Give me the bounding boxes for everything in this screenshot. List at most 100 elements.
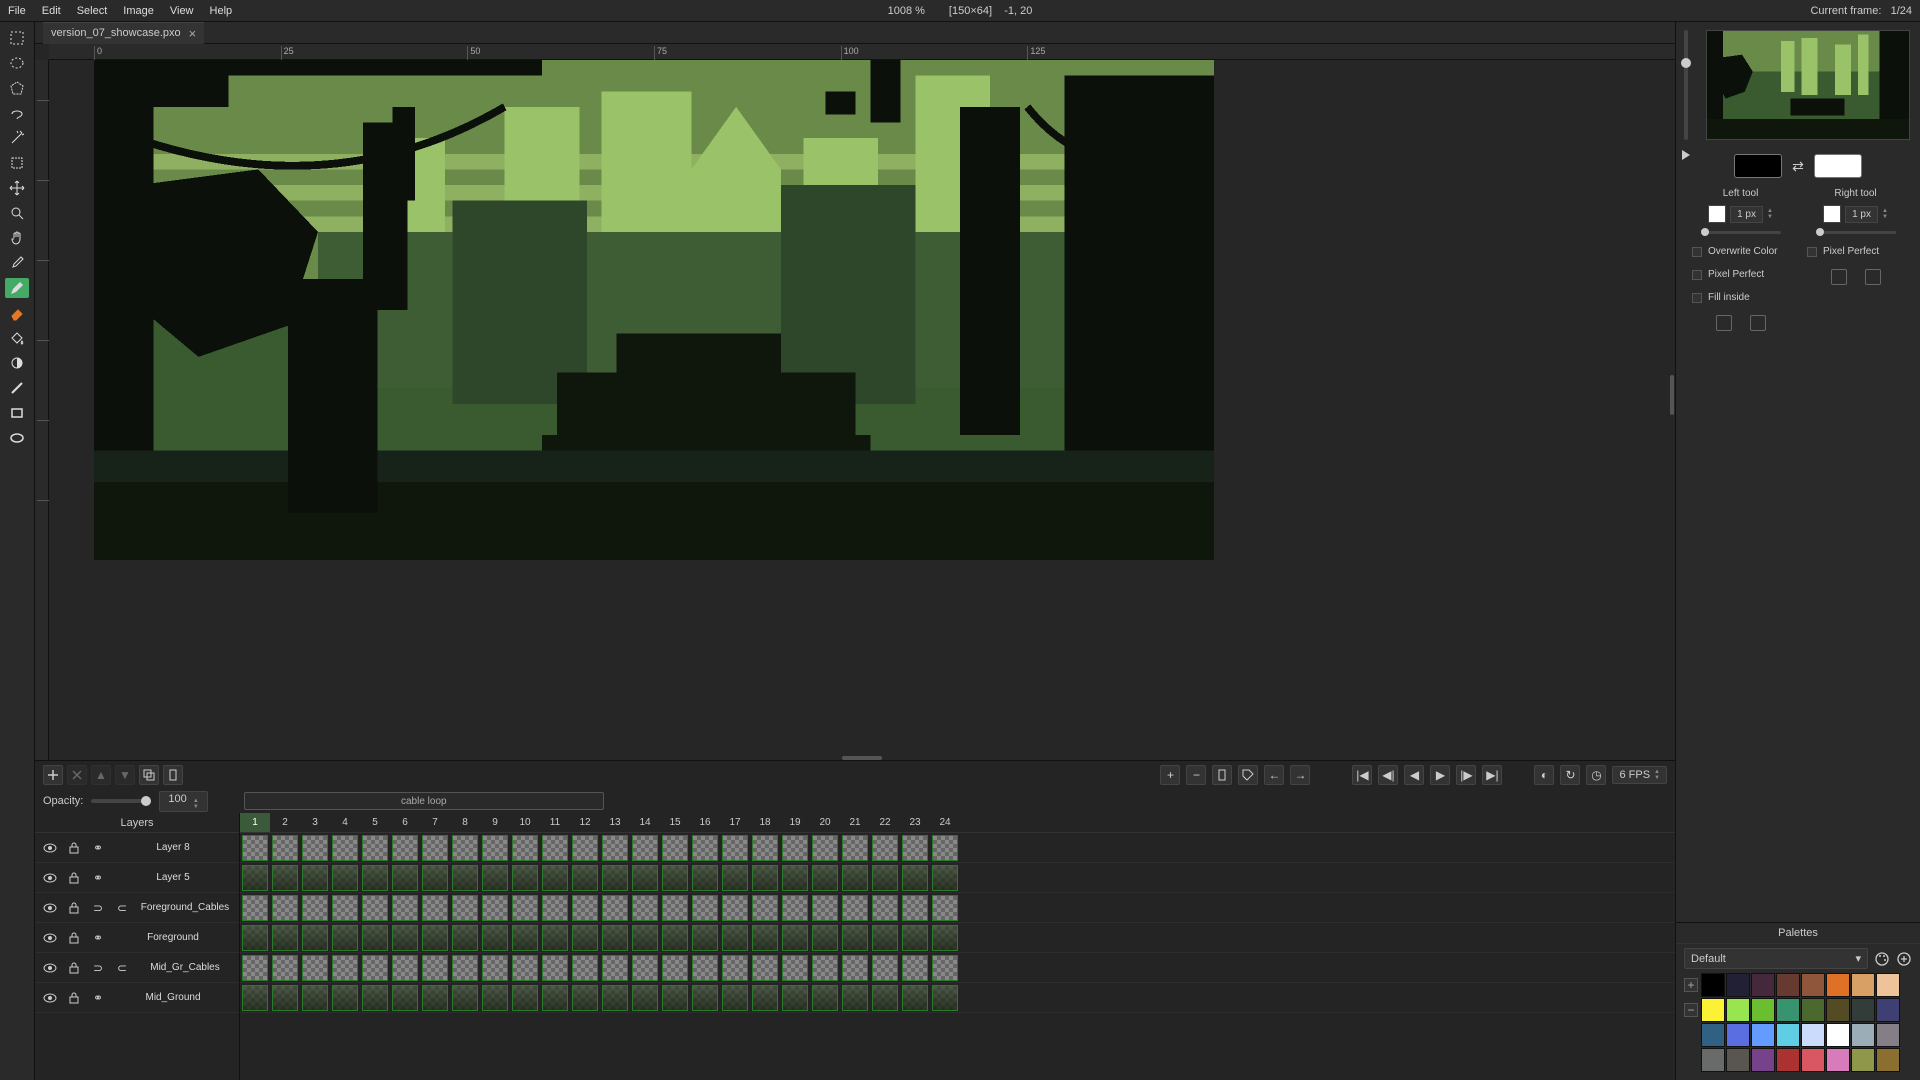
frame-cell[interactable] — [360, 953, 390, 983]
line-tool[interactable] — [5, 378, 29, 398]
frame-cell[interactable] — [480, 863, 510, 893]
frame-number[interactable]: 13 — [600, 813, 630, 832]
frame-cell[interactable] — [810, 923, 840, 953]
layer-clip-icon[interactable]: ⊂ — [113, 899, 131, 917]
frame-cell[interactable] — [840, 863, 870, 893]
ellipse-select-tool[interactable] — [5, 53, 29, 73]
color-picker-tool[interactable] — [5, 253, 29, 273]
frame-cell[interactable] — [240, 893, 270, 923]
preview-zoom-slider[interactable] — [1684, 30, 1688, 140]
polygon-select-tool[interactable] — [5, 78, 29, 98]
frame-cell[interactable] — [300, 863, 330, 893]
frame-cell[interactable] — [360, 893, 390, 923]
lock-icon[interactable] — [65, 959, 83, 977]
frame-cell[interactable] — [570, 983, 600, 1013]
document-tab[interactable]: version_07_showcase.pxo × — [43, 22, 204, 44]
mirror-h-button-left[interactable] — [1716, 315, 1732, 331]
frame-cell[interactable] — [930, 923, 960, 953]
frame-cell[interactable] — [870, 893, 900, 923]
pencil-tool[interactable] — [5, 278, 29, 298]
frame-tag-button[interactable] — [1238, 765, 1258, 785]
frame-cell[interactable] — [600, 983, 630, 1013]
frame-cell[interactable] — [330, 863, 360, 893]
mirror-v-button-left[interactable] — [1750, 315, 1766, 331]
visibility-icon[interactable] — [41, 929, 59, 947]
overwrite-checkbox[interactable] — [1692, 247, 1702, 257]
prev-frame-button[interactable]: ◀| — [1378, 765, 1398, 785]
frame-cell[interactable] — [570, 893, 600, 923]
layer-link-icon[interactable]: ⚭ — [89, 929, 107, 947]
palette-swatch[interactable] — [1876, 998, 1900, 1022]
move-layer-down-button[interactable]: ▼ — [115, 765, 135, 785]
frame-cell[interactable] — [420, 923, 450, 953]
frame-cell[interactable] — [480, 953, 510, 983]
lock-icon[interactable] — [65, 899, 83, 917]
palette-swatch[interactable] — [1726, 1048, 1750, 1072]
frame-number[interactable]: 5 — [360, 813, 390, 832]
frame-cell[interactable] — [240, 953, 270, 983]
frame-cell[interactable] — [810, 983, 840, 1013]
frame-cell[interactable] — [300, 953, 330, 983]
frame-cell[interactable] — [660, 923, 690, 953]
palette-swatch[interactable] — [1801, 1023, 1825, 1047]
shading-tool[interactable] — [5, 353, 29, 373]
frame-cell[interactable] — [420, 833, 450, 863]
frame-cell[interactable] — [300, 833, 330, 863]
rect-select-tool[interactable] — [5, 28, 29, 48]
lock-icon[interactable] — [65, 929, 83, 947]
mirror-v-button-right[interactable] — [1865, 269, 1881, 285]
frame-cell[interactable] — [270, 833, 300, 863]
frame-number[interactable]: 20 — [810, 813, 840, 832]
mirror-h-button-right[interactable] — [1831, 269, 1847, 285]
palette-swatch[interactable] — [1726, 1023, 1750, 1047]
frame-cell[interactable] — [930, 863, 960, 893]
first-frame-button[interactable]: |◀ — [1352, 765, 1372, 785]
frame-cell[interactable] — [420, 863, 450, 893]
frame-cell[interactable] — [600, 863, 630, 893]
frame-cell[interactable] — [810, 953, 840, 983]
brush-size-input-right[interactable]: 1 px — [1845, 206, 1878, 223]
frame-cell[interactable] — [510, 833, 540, 863]
next-frame-button[interactable]: |▶ — [1456, 765, 1476, 785]
canvas-viewport[interactable]: 0255075100125 — [35, 44, 1675, 760]
frame-cell[interactable] — [600, 923, 630, 953]
frame-cell[interactable] — [780, 983, 810, 1013]
frame-cell[interactable] — [240, 863, 270, 893]
clone-frame-button[interactable] — [1212, 765, 1232, 785]
frame-cell[interactable] — [330, 893, 360, 923]
frame-cell[interactable] — [540, 923, 570, 953]
frame-cell[interactable] — [450, 983, 480, 1013]
frame-cell[interactable] — [390, 953, 420, 983]
frame-cell[interactable] — [360, 923, 390, 953]
frame-cell[interactable] — [720, 833, 750, 863]
frame-cell[interactable] — [570, 863, 600, 893]
frame-cell[interactable] — [540, 983, 570, 1013]
frame-number[interactable]: 22 — [870, 813, 900, 832]
frame-cell[interactable] — [750, 953, 780, 983]
frame-cell[interactable] — [690, 953, 720, 983]
fps-input[interactable]: 6 FPS ▲▼ — [1612, 766, 1667, 784]
frame-cell[interactable] — [690, 923, 720, 953]
palette-swatch[interactable] — [1851, 973, 1875, 997]
frame-cell[interactable] — [630, 833, 660, 863]
brush-shape[interactable] — [1708, 205, 1726, 223]
frame-cell[interactable] — [390, 983, 420, 1013]
palette-swatch[interactable] — [1876, 973, 1900, 997]
frame-cell[interactable] — [480, 833, 510, 863]
frame-tag[interactable]: cable loop — [244, 792, 604, 810]
frame-cell[interactable] — [240, 833, 270, 863]
play-button[interactable]: ▶ — [1430, 765, 1450, 785]
frame-number[interactable]: 2 — [270, 813, 300, 832]
frame-cell[interactable] — [870, 863, 900, 893]
foreground-color[interactable] — [1734, 154, 1782, 178]
frame-number[interactable]: 9 — [480, 813, 510, 832]
frame-number[interactable]: 4 — [330, 813, 360, 832]
frame-cell[interactable] — [270, 983, 300, 1013]
layer-row[interactable]: ⚭Foreground — [35, 923, 239, 953]
frame-cell[interactable] — [330, 983, 360, 1013]
frame-number[interactable]: 7 — [420, 813, 450, 832]
frame-cell[interactable] — [270, 953, 300, 983]
palette-swatch[interactable] — [1701, 1048, 1725, 1072]
frame-cell[interactable] — [900, 863, 930, 893]
frame-number[interactable]: 17 — [720, 813, 750, 832]
